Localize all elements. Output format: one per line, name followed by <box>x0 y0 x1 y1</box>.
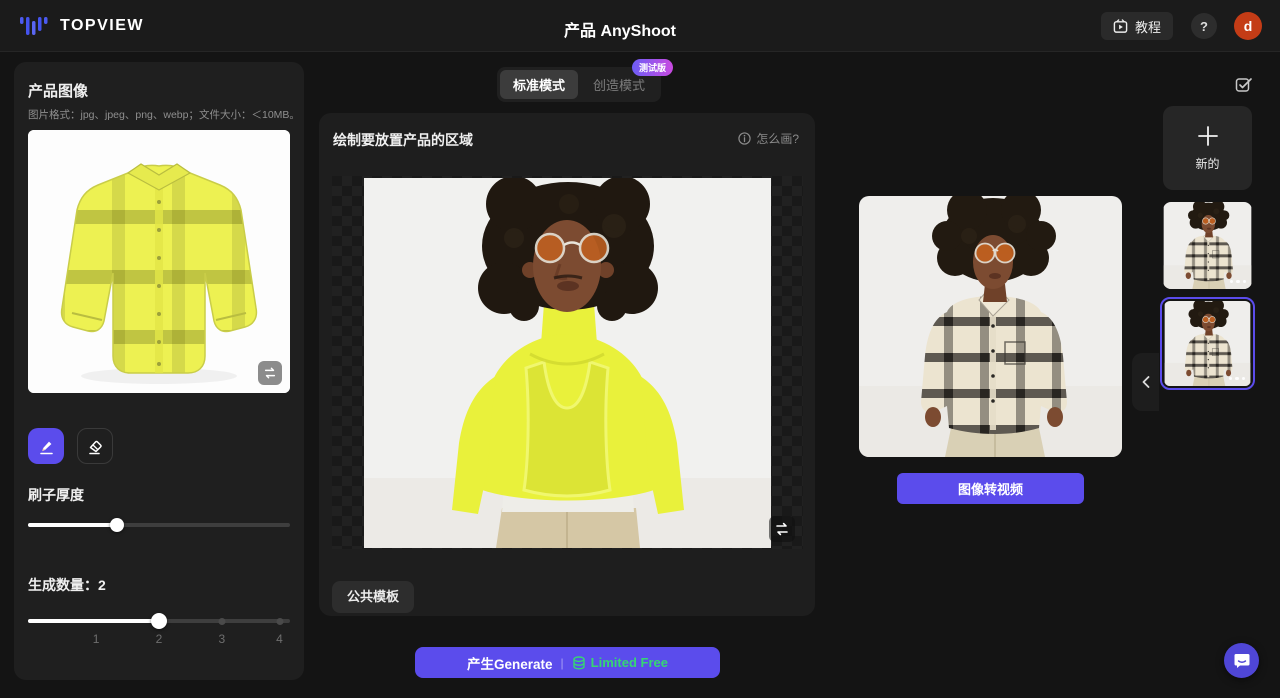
count-dot-1[interactable] <box>94 619 98 623</box>
beta-badge: 测试版 <box>632 59 673 76</box>
result-image[interactable] <box>859 196 1122 457</box>
collapse-sidebar-handle[interactable] <box>1132 353 1159 411</box>
help-button[interactable]: ? <box>1191 13 1217 39</box>
limited-free-text: Limited Free <box>591 655 668 670</box>
brush-tool-button[interactable] <box>28 428 64 464</box>
count-dot-3[interactable] <box>218 618 225 625</box>
thumbnail-more-button[interactable] <box>1229 377 1246 381</box>
image-to-video-button[interactable]: 图像转视频 <box>897 473 1084 504</box>
brush-icon <box>38 438 55 455</box>
history-thumbnail-2-selected[interactable] <box>1160 297 1255 390</box>
how-to-draw-label: 怎么画? <box>756 130 799 147</box>
mask-canvas[interactable] <box>332 176 803 549</box>
count-label-text: 生成数量： <box>28 577 98 593</box>
tick-label: 1 <box>93 632 100 646</box>
draw-region-card: 绘制要放置产品的区域 怎么画? 公共模板 <box>319 113 815 616</box>
generate-button[interactable]: 产生Generate | Limited Free <box>415 647 720 678</box>
tick-label: 3 <box>219 632 226 646</box>
new-label: 新的 <box>1195 155 1219 172</box>
brush-thickness-slider[interactable] <box>28 517 290 533</box>
draw-region-title: 绘制要放置产品的区域 <box>333 130 473 150</box>
tick-label: 4 <box>276 632 283 646</box>
user-avatar[interactable]: d <box>1234 12 1262 40</box>
thumbnail-image <box>1164 301 1251 386</box>
tab-standard-mode[interactable]: 标准模式 <box>500 70 578 99</box>
chat-bubble-icon <box>1233 652 1251 670</box>
support-chat-button[interactable] <box>1224 643 1259 678</box>
thumbnail-image <box>1163 202 1252 289</box>
page-title: 产品 AnyShoot <box>0 17 1240 41</box>
coins-icon <box>572 656 586 670</box>
canvas-model-image[interactable] <box>364 178 771 548</box>
slider-fill <box>28 523 117 527</box>
generate-count-label: 生成数量：2 <box>28 575 106 595</box>
new-generation-button[interactable]: 新的 <box>1163 106 1252 190</box>
generate-divider: | <box>561 656 564 670</box>
tutorial-button[interactable]: 教程 <box>1101 12 1173 40</box>
swap-icon <box>774 521 790 537</box>
info-icon <box>738 132 751 145</box>
how-to-draw-link[interactable]: 怎么画? <box>738 130 799 147</box>
mask-tools <box>28 428 113 464</box>
thumbnail-more-button[interactable] <box>1230 280 1247 284</box>
product-shirt-image <box>28 130 290 393</box>
plus-icon <box>1196 124 1220 148</box>
count-value: 2 <box>98 577 106 593</box>
brush-thickness-label: 刷子厚度 <box>28 485 84 505</box>
limited-free-label: Limited Free <box>572 655 668 670</box>
slider-thumb[interactable] <box>110 518 124 532</box>
thumbnail-image-frame <box>1164 301 1251 386</box>
video-tutorial-icon <box>1113 19 1128 34</box>
count-tick-labels: 1 2 3 4 <box>28 632 290 646</box>
slider-thumb[interactable] <box>151 613 167 629</box>
avatar-initial: d <box>1244 18 1253 34</box>
mode-tabs: 标准模式 创造模式 测试版 <box>497 67 661 102</box>
masked-model-image <box>364 178 771 548</box>
swap-product-button[interactable] <box>258 361 282 385</box>
anyshoot-app: TOPVIEW 产品 AnyShoot 教程 ? d 产品图像 图片格式：jpg… <box>0 0 1280 698</box>
public-template-button[interactable]: 公共模板 <box>332 581 414 613</box>
generate-label: 产生Generate <box>467 653 553 673</box>
help-label: ? <box>1200 19 1208 34</box>
tick-label: 2 <box>156 632 163 646</box>
eraser-icon <box>87 438 104 455</box>
swap-canvas-button[interactable] <box>769 516 795 542</box>
result-model-image <box>859 196 1122 457</box>
tutorial-label: 教程 <box>1135 17 1161 36</box>
chevron-left-icon <box>1142 376 1150 388</box>
multi-select-icon[interactable] <box>1235 76 1253 94</box>
product-image[interactable] <box>28 130 290 393</box>
eraser-tool-button[interactable] <box>77 428 113 464</box>
history-thumbnail-1[interactable] <box>1163 202 1252 289</box>
swap-icon <box>263 366 277 380</box>
generate-count-slider[interactable] <box>28 613 290 629</box>
file-format-hint: 图片格式：jpg、jpeg、png、webp；文件大小：＜10MB。 <box>28 107 300 122</box>
top-header: TOPVIEW 产品 AnyShoot 教程 ? d <box>0 0 1280 52</box>
count-dot-4[interactable] <box>276 618 283 625</box>
product-panel: 产品图像 图片格式：jpg、jpeg、png、webp；文件大小：＜10MB。 <box>14 62 304 680</box>
product-panel-title: 产品图像 <box>28 80 88 101</box>
